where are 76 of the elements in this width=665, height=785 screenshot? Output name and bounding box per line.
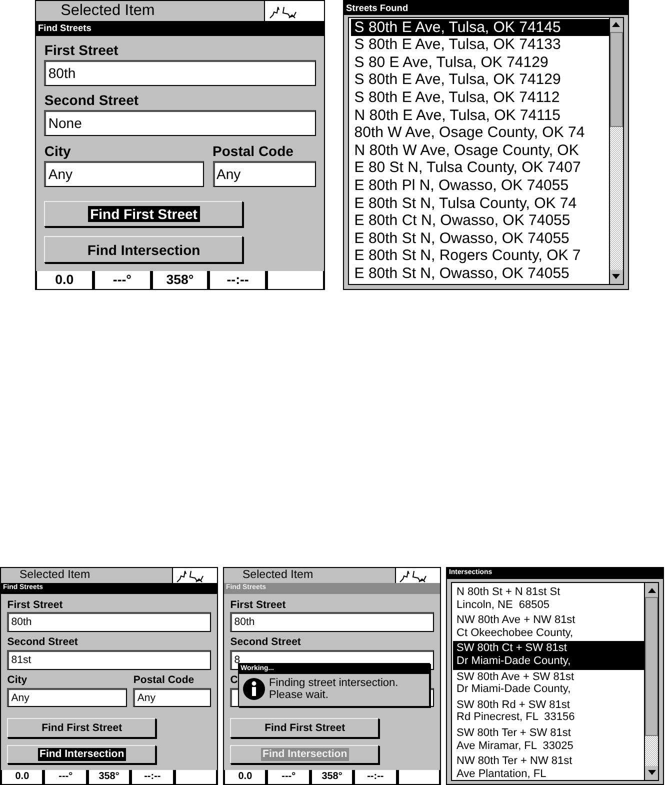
scroll-down-icon	[611, 273, 622, 280]
list-item[interactable]: S 80th E Ave, Tulsa, OK 74112	[351, 89, 609, 107]
field-label: First Street	[44, 42, 118, 60]
field-label: City	[44, 142, 71, 161]
scroll-thumb[interactable]	[610, 32, 623, 127]
status-cell: 0.0	[37, 270, 92, 289]
status-cell: 0.0	[2, 770, 42, 784]
list-item[interactable]: E 80th Pl N, Owasso, OK 74055	[351, 177, 609, 195]
dialog-message: Finding street intersection.	[269, 676, 398, 690]
action-button[interactable]: Find First Street	[44, 200, 244, 228]
list-item[interactable]: E 80 St N, Tulsa County, OK 7407	[351, 159, 609, 178]
list-item[interactable]: SW 80th Rd + SW 81st Rd Pinecrest, FL 33156	[453, 698, 644, 726]
scroll-up-icon	[646, 586, 657, 594]
list-item[interactable]: N 80th St + N 81st St Lincoln, NE 68505	[453, 584, 644, 614]
list-item[interactable]: S 80 E Ave, Tulsa, OK 74129	[351, 54, 609, 72]
input-field[interactable]: Any	[44, 160, 204, 187]
field-label: City	[7, 674, 28, 688]
list-item[interactable]: S 80th E Ave, Tulsa, OK 74133	[351, 36, 609, 54]
status-cell	[268, 270, 323, 289]
header-title: Selected Item	[18, 568, 92, 583]
header-title: Selected Item	[241, 568, 314, 583]
field-label: Second Street	[44, 92, 139, 110]
input-field[interactable]: Any	[133, 688, 211, 708]
field-label: Second Street	[230, 636, 301, 650]
field-label: Postal Code	[212, 142, 294, 161]
header-title: Selected Item	[60, 1, 156, 21]
action-button[interactable]: Find Intersection	[7, 744, 156, 764]
action-button[interactable]: Find First Street	[7, 718, 156, 738]
input-field[interactable]: None	[44, 110, 316, 136]
status-cell: 0.0	[225, 770, 266, 784]
field-label: C	[230, 674, 238, 688]
list-item[interactable]: NW 80th Ave + NW 81st Ct Okeechobee County,	[453, 613, 644, 642]
list-item[interactable]: SW 80th Ave + SW 81st Dr Miami-Dade County,	[453, 670, 644, 698]
list-item[interactable]: E 80th St N, Owasso, OK 74055	[351, 230, 609, 248]
list-item[interactable]: S 80th E Ave, Tulsa, OK 74129	[351, 71, 609, 90]
list-item[interactable]: E 80th St N, Owasso, OK 74055	[351, 265, 609, 283]
status-cell: ---°	[94, 270, 150, 289]
status-cell: 358°	[312, 770, 352, 784]
action-button[interactable]: Find Intersection	[44, 236, 244, 264]
info-icon	[242, 678, 265, 700]
list-item[interactable]: N 80th W Ave, Osage County, OK	[351, 142, 609, 160]
field-label: First Street	[230, 598, 286, 612]
list-item[interactable]: S 80th E Ave, Tulsa, OK 74145	[351, 18, 609, 36]
scroll-up-icon	[611, 21, 622, 28]
status-cell: --:--	[132, 770, 173, 784]
status-cell: ---°	[268, 770, 309, 784]
status-cell: 358°	[152, 270, 208, 289]
list-item[interactable]: 80th W Ave, Osage County, OK 74	[351, 124, 609, 142]
list-item[interactable]: E 80th Ct N, Owasso, OK 74055	[351, 212, 609, 230]
input-field[interactable]: 80th	[44, 60, 316, 86]
field-label: First Street	[7, 598, 63, 612]
field-label: Second Street	[7, 636, 78, 650]
input-field[interactable]: 81st	[7, 650, 211, 670]
list-item[interactable]: E 80th St N, Rogers County, OK 7	[351, 247, 609, 266]
status-cell	[176, 770, 216, 784]
list-item[interactable]: N 80th E Ave, Tulsa, OK 74115	[351, 106, 609, 124]
status-cell	[398, 770, 440, 784]
input-field[interactable]: 80th	[7, 612, 211, 632]
status-cell: 358°	[88, 770, 130, 784]
input-field[interactable]: Any	[7, 688, 128, 708]
dialog-message: Please wait.	[269, 689, 330, 702]
list-item[interactable]: SW 80th Ct + SW 81st Dr Miami-Dade County,	[453, 641, 644, 670]
status-cell: --:--	[210, 270, 266, 289]
scroll-down-icon	[646, 769, 657, 776]
status-cell: --:--	[355, 770, 396, 784]
list-item[interactable]: NW 80th Ter + NW 81st Ave Plantation, FL	[453, 754, 644, 780]
title-bar: Streets Found	[344, 1, 628, 16]
input-field[interactable]: 80th	[230, 612, 434, 632]
field-label: Postal Code	[133, 674, 194, 688]
input-field[interactable]: Any	[212, 160, 316, 187]
title-bar: Find Streets	[36, 21, 324, 36]
scroll-thumb[interactable]	[645, 597, 658, 736]
list-item[interactable]: SW 80th Ter + SW 81st Ave Miramar, FL 33025	[453, 726, 644, 754]
status-cell: ---°	[45, 770, 86, 784]
action-button[interactable]: Find First Street	[230, 718, 380, 738]
list-item[interactable]: E 80th St N, Tulsa County, OK 74	[351, 194, 609, 212]
